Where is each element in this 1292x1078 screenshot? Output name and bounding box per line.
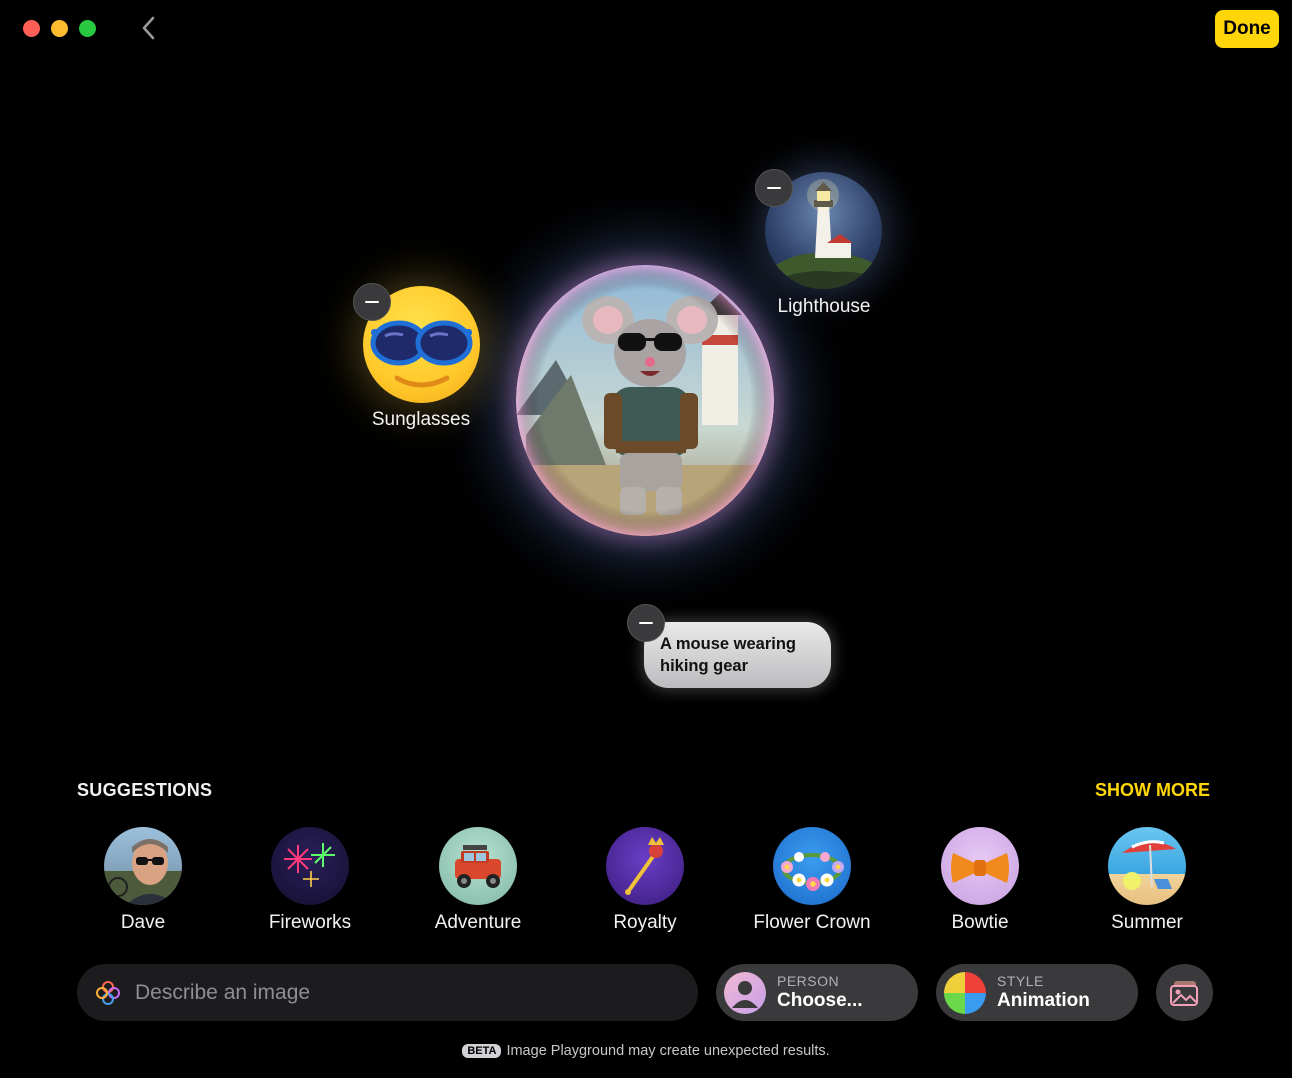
suggestion-flower-crown[interactable]: Flower Crown <box>742 827 882 934</box>
suggestion-bowtie[interactable]: Bowtie <box>910 827 1050 934</box>
suggestion-adventure[interactable]: Adventure <box>408 827 548 934</box>
show-more-button[interactable]: SHOW MORE <box>1095 780 1210 801</box>
person-caption: PERSON <box>777 972 840 989</box>
photos-icon <box>1169 980 1198 1006</box>
bowtie-icon <box>941 827 1019 905</box>
remove-prompt-button[interactable] <box>627 604 665 642</box>
concept-label: Sunglasses <box>371 409 471 430</box>
style-caption: STYLE <box>997 972 1044 989</box>
back-button[interactable] <box>138 14 162 42</box>
zoom-window-button[interactable] <box>79 20 96 37</box>
suggestion-dave[interactable]: Dave <box>73 827 213 934</box>
style-picker[interactable]: STYLE Animation <box>936 964 1138 1021</box>
fireworks-icon <box>271 827 349 905</box>
suggestion-label: Dave <box>120 912 166 933</box>
animation-style-icon <box>944 971 986 1014</box>
prompt-bubble[interactable]: A mouse wearing hiking gear <box>644 622 831 688</box>
suggestion-label: Bowtie <box>951 912 1009 933</box>
remove-sunglasses-button[interactable] <box>353 283 391 321</box>
describe-image-input[interactable]: Describe an image <box>77 964 698 1021</box>
beach-umbrella-icon <box>1108 827 1186 905</box>
disclaimer-text: Image Playground may create unexpected r… <box>506 1043 830 1059</box>
suggestion-label: Flower Crown <box>753 912 871 933</box>
remove-lighthouse-button[interactable] <box>755 169 793 207</box>
person-icon <box>724 971 766 1014</box>
close-window-button[interactable] <box>23 20 40 37</box>
minimize-window-button[interactable] <box>51 20 68 37</box>
suggestion-label: Summer <box>1111 912 1183 933</box>
offroad-truck-icon <box>439 827 517 905</box>
suggestions-title: SUGGESTIONS <box>77 780 213 800</box>
suggestion-label: Fireworks <box>268 912 352 933</box>
style-value: Animation <box>997 989 1090 1011</box>
suggestion-label: Adventure <box>434 912 522 933</box>
photo-library-button[interactable] <box>1156 964 1213 1021</box>
person-value: Choose... <box>777 989 863 1011</box>
beta-disclaimer: BETA Image Playground may create unexpect… <box>0 1043 1292 1059</box>
person-photo-avatar <box>104 827 182 905</box>
suggestion-fireworks[interactable]: Fireworks <box>240 827 380 934</box>
suggestion-royalty[interactable]: Royalty <box>575 827 715 934</box>
chevron-left-icon <box>142 16 155 40</box>
person-picker[interactable]: PERSON Choose... <box>716 964 918 1021</box>
done-button[interactable]: Done <box>1215 10 1279 48</box>
flower-crown-icon <box>773 827 851 905</box>
window-controls <box>23 20 96 37</box>
beta-badge: BETA <box>462 1044 502 1058</box>
scepter-icon <box>606 827 684 905</box>
prompt-text: A mouse wearing hiking gear <box>660 635 797 675</box>
suggestion-label: Royalty <box>613 912 677 933</box>
suggestion-summer[interactable]: Summer <box>1077 827 1217 934</box>
image-playground-icon <box>96 980 120 1005</box>
concept-label: Lighthouse <box>777 296 871 317</box>
describe-placeholder: Describe an image <box>135 980 311 1004</box>
